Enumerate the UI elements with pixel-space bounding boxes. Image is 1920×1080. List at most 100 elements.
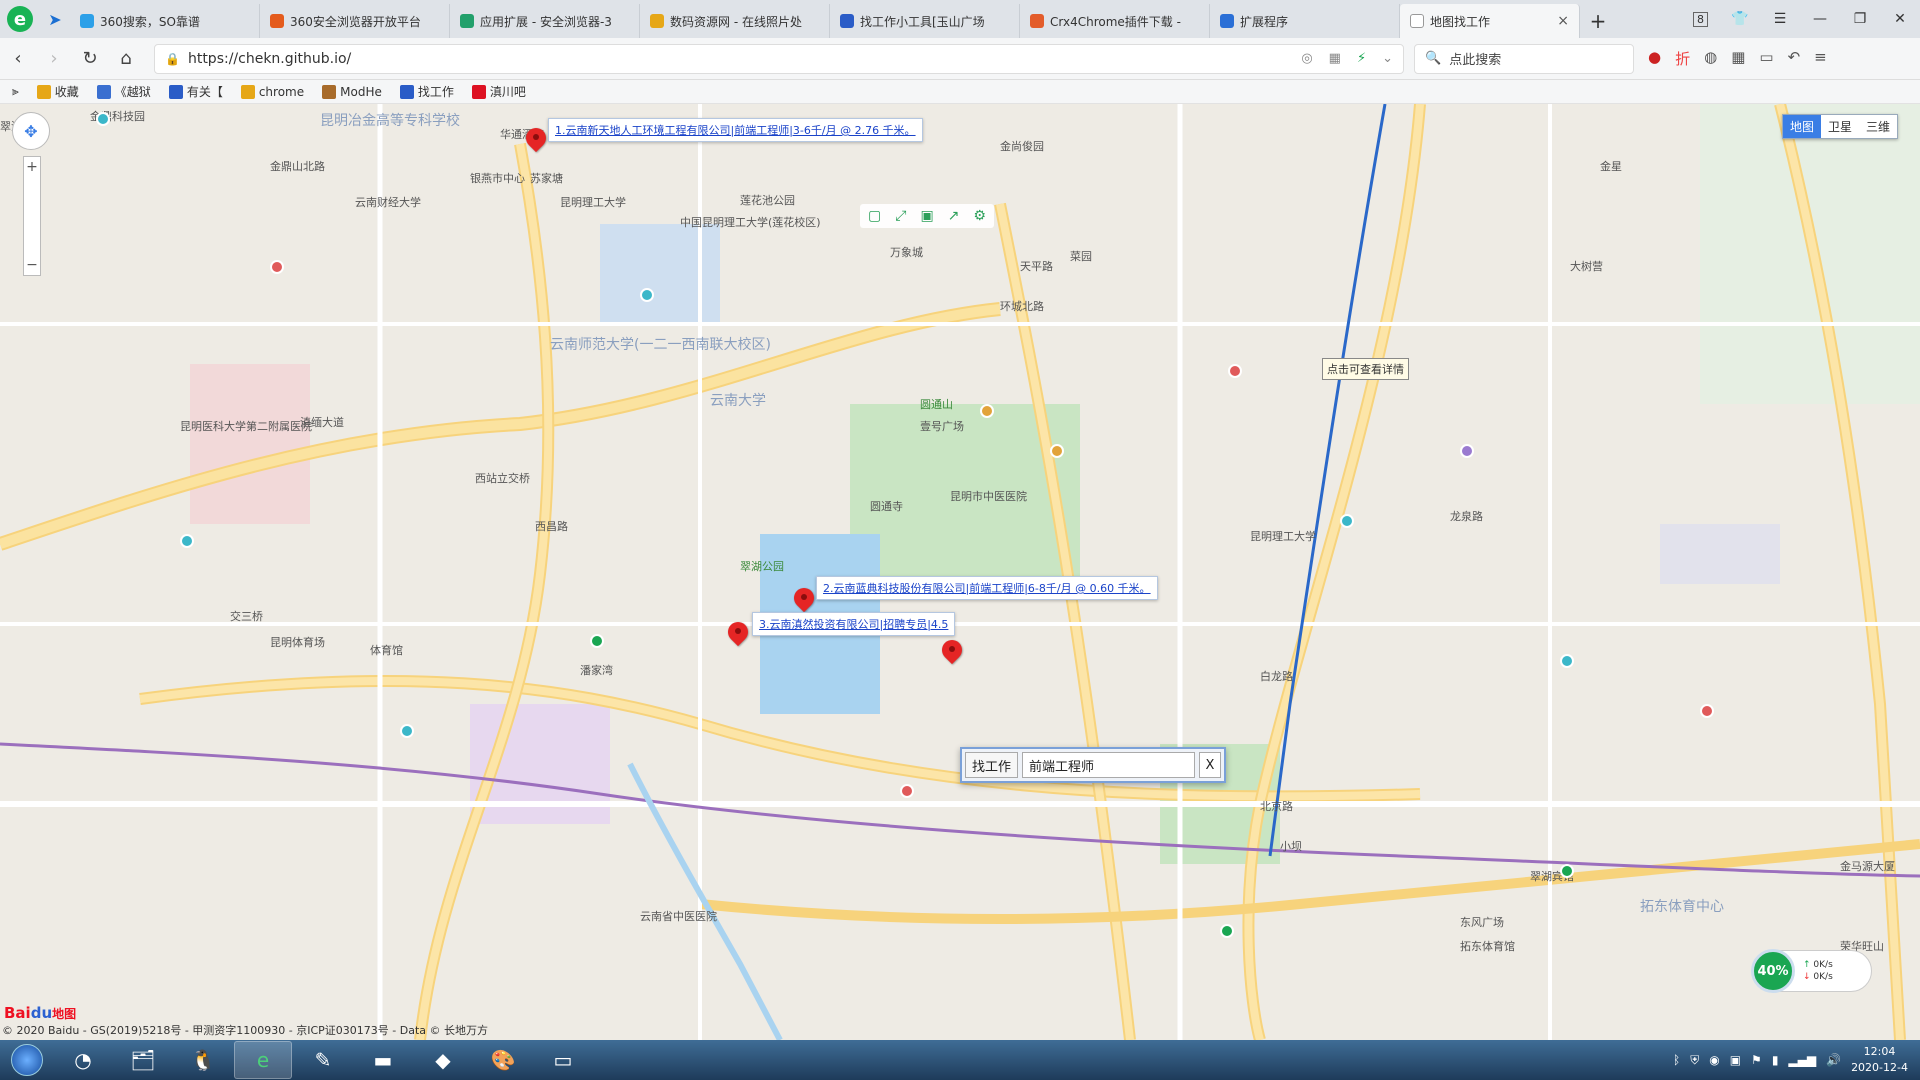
browser-logo[interactable]: e — [0, 0, 40, 38]
place-label[interactable]: 金尚俊园 — [1000, 138, 1044, 154]
poi-marker[interactable] — [400, 724, 414, 738]
job-label-2[interactable]: 2.云南蓝典科技股份有限公司|前端工程师|6-8千/月 @ 0.60 千米。 — [816, 576, 1158, 600]
apps-icon[interactable]: ▦ — [1731, 48, 1745, 69]
find-job-button[interactable]: 找工作 — [965, 752, 1019, 778]
tab-active[interactable]: 地图找工作 × — [1400, 4, 1580, 38]
bookmark-item[interactable]: ModHe — [322, 83, 382, 100]
place-label[interactable]: 昆明体育场 — [270, 634, 325, 650]
map-type-3d[interactable]: 三维 — [1858, 115, 1897, 138]
chevron-down-icon[interactable]: ⌄ — [1382, 51, 1393, 66]
paint-icon[interactable]: 🎨 — [474, 1041, 532, 1079]
bookmark-item[interactable]: 收藏 — [36, 83, 79, 100]
antivirus-icon[interactable]: ◉ — [1709, 1053, 1719, 1067]
tab-6[interactable]: 扩展程序 — [1210, 4, 1400, 38]
save-icon[interactable]: ▣ — [920, 208, 933, 224]
bookmark-item[interactable]: 找工作 — [399, 83, 454, 100]
poi-marker[interactable] — [980, 404, 994, 418]
poi-marker[interactable] — [1460, 444, 1474, 458]
place-label[interactable]: 昆明医科大学第二附属医院 — [180, 418, 312, 434]
tab-3[interactable]: 数码资源网 - 在线照片处 — [640, 4, 830, 38]
metro-station-marker[interactable] — [590, 634, 604, 648]
grid-icon[interactable]: ▦ — [1329, 51, 1341, 66]
qq-browser-icon[interactable]: ◔ — [54, 1041, 112, 1079]
poi-marker[interactable] — [1560, 654, 1574, 668]
place-label[interactable]: 西昌路 — [535, 518, 568, 534]
place-label[interactable]: 苏家塘 — [530, 170, 563, 186]
place-label[interactable]: 云南财经大学 — [355, 194, 421, 210]
notify-icon[interactable]: ◍ — [1704, 48, 1717, 69]
map-type-map[interactable]: 地图 — [1782, 115, 1821, 138]
record-icon[interactable]: ● — [1648, 48, 1661, 69]
hospital-marker[interactable] — [270, 260, 284, 274]
metro-station-marker[interactable] — [1220, 924, 1234, 938]
flag-icon[interactable]: ⚑ — [1751, 1053, 1762, 1067]
url-input[interactable]: 🔒 https://chekn.github.io/ ◎ ▦ ⚡ ⌄ — [154, 43, 1404, 74]
pan-icon[interactable]: ✥ — [12, 112, 50, 150]
signal-icon[interactable]: ▂▄▆ — [1788, 1053, 1816, 1067]
shield-icon[interactable]: ⛨ — [1690, 1053, 1699, 1068]
restore-icon[interactable]: ❐ — [1840, 11, 1880, 27]
undo-icon[interactable]: ↶ — [1788, 48, 1801, 69]
bolt-icon[interactable]: ⚡ — [1357, 51, 1366, 66]
hospital-marker[interactable] — [1228, 364, 1242, 378]
back-icon[interactable]: ‹ — [0, 48, 36, 69]
place-label[interactable]: 天平路 — [1020, 258, 1053, 274]
zoom-slider[interactable]: + − — [23, 156, 41, 276]
bluetooth-icon[interactable]: ᛒ — [1673, 1053, 1680, 1067]
discount-icon[interactable]: 折 — [1675, 48, 1690, 69]
terminal-icon[interactable]: ▬ — [354, 1041, 412, 1079]
volume-icon[interactable]: 🔊 — [1826, 1053, 1841, 1067]
job-label-1[interactable]: 1.云南新天地人工环境工程有限公司|前端工程师|3-6千/月 @ 2.76 千米… — [548, 118, 923, 142]
place-label[interactable]: 云南省中医医院 — [640, 908, 717, 924]
notepad-icon[interactable]: ✎ — [294, 1041, 352, 1079]
job-label-3[interactable]: 3.云南滇然投资有限公司|招聘专员|4.5 — [752, 612, 956, 636]
start-button[interactable] — [0, 1040, 54, 1080]
close-widget-button[interactable]: X — [1199, 752, 1221, 778]
place-label[interactable]: 昆明理工大学 — [560, 194, 626, 210]
place-label[interactable]: 中国昆明理工大学(莲花校区) — [680, 214, 821, 230]
place-label[interactable]: 拓东体育馆 — [1460, 938, 1515, 954]
place-label[interactable]: 金星 — [1600, 158, 1622, 174]
tab-count-badge[interactable]: 8 — [1693, 11, 1708, 27]
new-tab-button[interactable]: + — [1580, 4, 1616, 38]
vscode-icon[interactable]: ◆ — [414, 1041, 472, 1079]
shirt-icon[interactable]: 👕 — [1720, 11, 1760, 27]
browser-icon[interactable]: e — [234, 1041, 292, 1079]
zoom-in-icon[interactable]: + — [26, 159, 38, 175]
tab-2[interactable]: 应用扩展 - 安全浏览器-3 — [450, 4, 640, 38]
place-label[interactable]: 体育馆 — [370, 642, 403, 658]
map-type-satellite[interactable]: 卫星 — [1820, 115, 1859, 138]
bookmark-item[interactable]: 有关【 — [168, 83, 223, 100]
place-label[interactable]: 云南师范大学(一二一西南联大校区) — [550, 334, 771, 354]
menu-icon[interactable]: ☰ — [1760, 11, 1800, 27]
map-canvas[interactable]: 金鼎科技园 昆明冶金高等专科学校 金鼎山北路 苏家塘 华通酒店 银燕市中心 昆明理工大学 云南… — [0, 104, 1920, 1040]
place-label[interactable]: 万象城 — [890, 244, 923, 260]
close-tab-icon[interactable]: × — [1557, 13, 1569, 29]
place-label[interactable]: 拓东体育中心 — [1640, 896, 1724, 916]
reload-icon[interactable]: ↻ — [72, 48, 108, 69]
share-icon[interactable]: ↗ — [948, 208, 960, 224]
tab-4[interactable]: 找工作小工具[玉山广场 — [830, 4, 1020, 38]
battery-icon[interactable]: ▮ — [1772, 1053, 1779, 1067]
sidebar-toggle-icon[interactable]: ⫸ — [12, 84, 19, 99]
close-window-icon[interactable]: ✕ — [1880, 11, 1920, 27]
settings-icon[interactable]: ⚙ — [973, 208, 986, 224]
place-label[interactable]: 大树营 — [1570, 258, 1603, 274]
place-label[interactable]: 小坝 — [1280, 838, 1302, 854]
fullscreen-icon[interactable]: ⤢ — [895, 208, 906, 224]
place-label[interactable]: 圆通寺 — [870, 498, 903, 514]
place-label[interactable]: 壹号广场 — [920, 418, 964, 434]
file-explorer-icon[interactable]: 🗂 — [114, 1041, 172, 1079]
place-label[interactable]: 银燕市中心 — [470, 170, 525, 186]
bookmark-icon[interactable]: ▢ — [868, 208, 881, 224]
poi-marker[interactable] — [640, 288, 654, 302]
place-label[interactable]: 圆通山 — [920, 396, 953, 412]
display-icon[interactable]: ▣ — [1730, 1053, 1741, 1067]
navigate-icon[interactable]: ➤ — [40, 0, 70, 38]
place-label[interactable]: 菜园 — [1070, 248, 1092, 264]
forward-icon[interactable]: › — [36, 48, 72, 69]
place-label[interactable]: 金鼎山北路 — [270, 158, 325, 174]
target-icon[interactable]: ◎ — [1301, 51, 1312, 66]
place-label[interactable]: 白龙路 — [1260, 668, 1293, 684]
job-marker-3[interactable] — [723, 617, 753, 650]
